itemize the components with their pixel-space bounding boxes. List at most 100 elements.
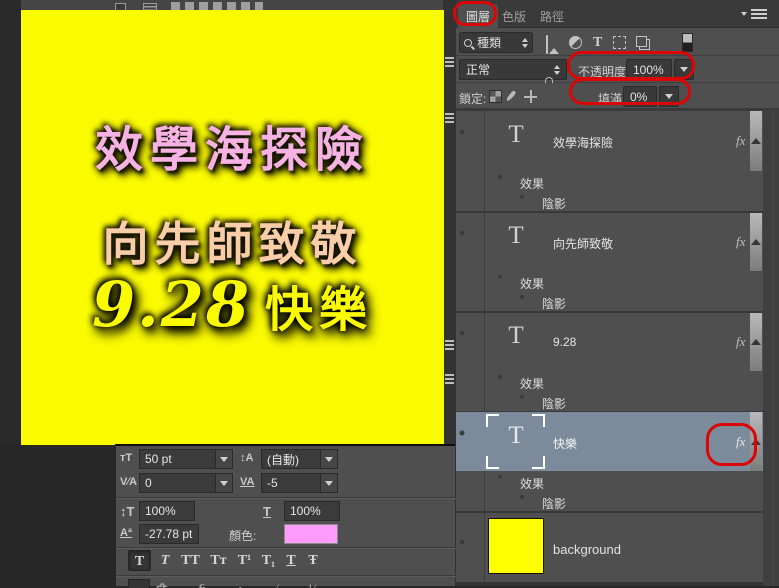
chevron-down-icon: [220, 480, 228, 486]
options-checkbox[interactable]: [115, 3, 126, 10]
canvas-text-line2: 向先師致敬: [102, 218, 363, 270]
shadow-label: 陰影: [542, 297, 567, 311]
selection-corner-icon: [532, 414, 545, 427]
row-divider: [456, 582, 779, 586]
filter-type-layers-icon[interactable]: T: [593, 36, 602, 50]
selection-corner-icon: [532, 456, 545, 469]
canvas-text-line3-number: 9.28: [91, 268, 251, 341]
triangle-up-icon: [751, 239, 761, 245]
filter-shape-layers-icon[interactable]: [613, 36, 626, 49]
effects-collapse-bar[interactable]: [750, 313, 762, 371]
options-layer-icon: [143, 3, 157, 10]
layer-name[interactable]: 向先師致敬: [553, 235, 613, 252]
text-color-swatch[interactable]: [284, 524, 338, 544]
vertical-scale-icon: ↕T: [120, 504, 135, 519]
layer-thumbnail-type[interactable]: T: [494, 121, 538, 149]
horizontal-scale-field[interactable]: 100%: [284, 501, 340, 521]
layer-row-1[interactable]: T 效學海探險 fx: [456, 111, 763, 171]
drop-shadow-row[interactable]: 陰影: [456, 191, 763, 211]
filter-smart-objects-icon[interactable]: [636, 36, 647, 47]
triangle-up-icon: [751, 138, 761, 144]
small-caps-button[interactable]: Tᴛ: [206, 550, 231, 571]
shadow-label: 陰影: [542, 197, 567, 211]
filter-adjustment-layers-icon[interactable]: [569, 36, 582, 49]
kerning-dropdown[interactable]: [215, 473, 233, 493]
baseline-shift-icon: Aª: [120, 527, 133, 539]
layer-thumbnail-background[interactable]: [488, 518, 544, 574]
opentype-button-clipped[interactable]: [128, 579, 150, 588]
shadow-label: 陰影: [542, 497, 567, 511]
panel-tab-bar: 圖層 色版 路徑: [456, 0, 779, 28]
blend-mode-value: 正常: [466, 63, 491, 77]
tracking-dropdown[interactable]: [320, 473, 338, 493]
fx-badge[interactable]: fx: [736, 133, 745, 149]
fx-badge[interactable]: fx: [736, 234, 745, 250]
chevron-down-icon: [325, 456, 333, 462]
vertical-scale-field[interactable]: 100%: [139, 501, 195, 521]
filter-switch-icon[interactable]: [682, 33, 693, 52]
filter-kind-dropdown[interactable]: 種類: [459, 32, 533, 53]
tool-options-bar-fragment: [21, 0, 443, 10]
subscript-button[interactable]: T₁: [258, 550, 279, 571]
opentype-glyphs-clipped: ﬆ ﬁ ᴀ ⁄ ½: [156, 581, 332, 588]
drop-shadow-row[interactable]: 陰影: [456, 491, 763, 511]
font-size-dropdown[interactable]: [215, 449, 233, 469]
chevron-down-icon: [325, 480, 333, 486]
faux-italic-button[interactable]: T: [156, 550, 174, 571]
drop-shadow-row[interactable]: 陰影: [456, 391, 763, 411]
opentype-row-clipped: ﬆ ﬁ ᴀ ⁄ ½: [126, 579, 346, 588]
panel-grip-icon[interactable]: [445, 57, 454, 69]
panel-grip-icon[interactable]: [445, 113, 454, 125]
divider: [116, 575, 456, 577]
layer-name[interactable]: 9.28: [553, 335, 576, 349]
all-caps-button[interactable]: TT: [178, 550, 203, 571]
effects-row[interactable]: 效果: [456, 471, 763, 491]
annotation-circle-fill: [569, 78, 691, 105]
leading-dropdown[interactable]: [320, 449, 338, 469]
effects-label: 效果: [520, 177, 545, 191]
layer-name[interactable]: 快樂: [553, 435, 577, 452]
filter-pixel-layers-icon[interactable]: [546, 35, 548, 54]
drop-shadow-row[interactable]: 陰影: [456, 291, 763, 311]
font-size-icon: ᴛT: [120, 452, 133, 464]
lock-label: 鎖定:: [459, 92, 487, 106]
layer-thumbnail-type[interactable]: T: [494, 322, 538, 350]
tab-paths[interactable]: 路徑: [532, 4, 572, 28]
layer-row-3[interactable]: T 9.28 fx: [456, 313, 763, 371]
effects-label: 效果: [520, 377, 545, 391]
lock-transparency-icon[interactable]: [489, 90, 502, 103]
layer-row-2[interactable]: T 向先師致敬 fx: [456, 213, 763, 271]
canvas-text-line1: 效學海探險: [94, 124, 370, 177]
layer-name[interactable]: background: [553, 542, 621, 557]
selection-corner-icon: [486, 456, 499, 469]
search-icon: [464, 38, 472, 47]
panel-grip-icon[interactable]: [445, 340, 454, 352]
effects-label: 效果: [520, 477, 545, 491]
panel-menu-icon[interactable]: [741, 9, 767, 19]
underline-button[interactable]: T: [282, 550, 300, 571]
pasteboard-bottom-left: [0, 445, 115, 586]
effects-row[interactable]: 效果: [456, 171, 763, 191]
effects-collapse-bar[interactable]: [750, 213, 762, 271]
layer-row-background[interactable]: background: [456, 513, 763, 582]
panel-scroll-gutter[interactable]: [763, 109, 779, 586]
superscript-button[interactable]: T¹: [234, 550, 255, 571]
panel-grip-icon[interactable]: [445, 374, 454, 386]
effects-row[interactable]: 效果: [456, 271, 763, 291]
effects-row[interactable]: 效果: [456, 371, 763, 391]
divider: [116, 497, 456, 499]
faux-bold-button[interactable]: T: [128, 550, 151, 571]
strikethrough-button[interactable]: Ŧ: [304, 550, 322, 571]
color-label: 顏色:: [229, 529, 257, 543]
document-canvas: 效學海探險 向先師致敬 9.28 快樂: [21, 10, 444, 445]
baseline-shift-field[interactable]: -27.78 pt: [139, 524, 199, 544]
spinner-icon: [554, 64, 560, 75]
effects-collapse-bar[interactable]: [750, 111, 762, 171]
layer-thumbnail-type[interactable]: T: [494, 222, 538, 250]
layer-name[interactable]: 效學海探險: [553, 134, 613, 151]
annotation-circle-layers-tab: [453, 1, 497, 26]
fx-badge[interactable]: fx: [736, 334, 745, 350]
chevron-down-icon: [220, 456, 228, 462]
lock-pixels-icon[interactable]: [505, 90, 517, 102]
tab-channels[interactable]: 色版: [494, 4, 534, 28]
